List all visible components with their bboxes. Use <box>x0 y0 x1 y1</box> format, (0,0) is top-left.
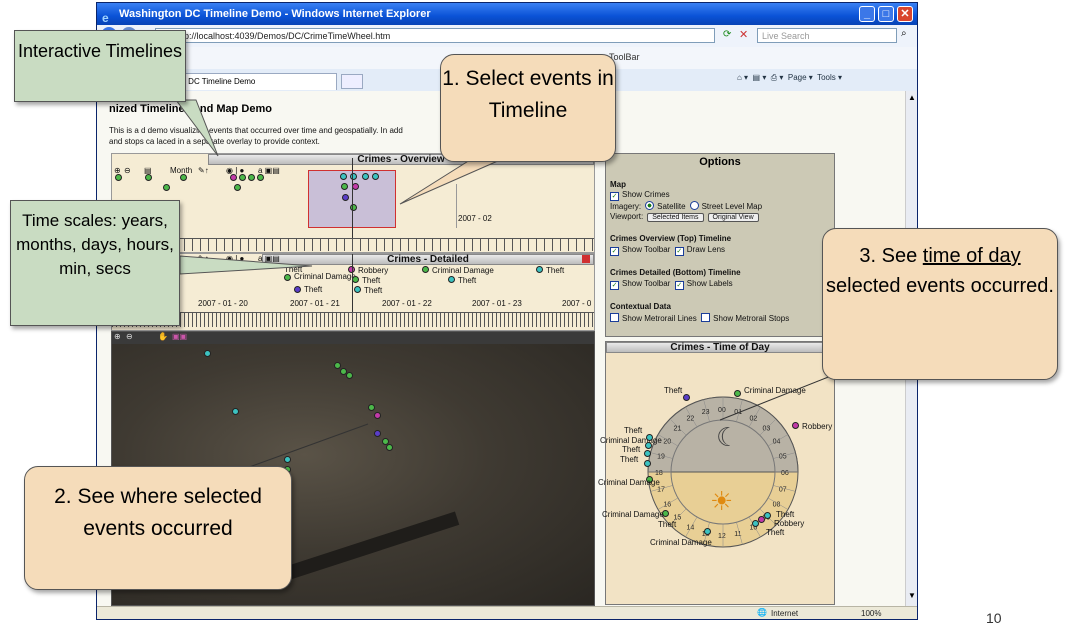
callout-see-where: 2. See where selected events occurred <box>24 466 292 590</box>
slide-number: 10 <box>986 610 1002 626</box>
pointer-select <box>399 159 501 205</box>
callout-interactive-timelines: Interactive Timelines <box>14 30 186 102</box>
pointer-interactive <box>175 99 219 157</box>
pointer-time-scales <box>179 255 313 275</box>
callout-time-prefix: 3. See <box>859 245 923 267</box>
callout-time-suffix: selected events occurred. <box>826 275 1054 297</box>
callout-select-events: 1. Select events in Timeline <box>440 54 616 162</box>
callout-time-link: time of day <box>922 245 1021 267</box>
callout-time-of-day: 3. See time of day selected events occur… <box>822 228 1058 380</box>
callout-time-scales: Time scales: years, months, days, hours,… <box>10 200 180 326</box>
